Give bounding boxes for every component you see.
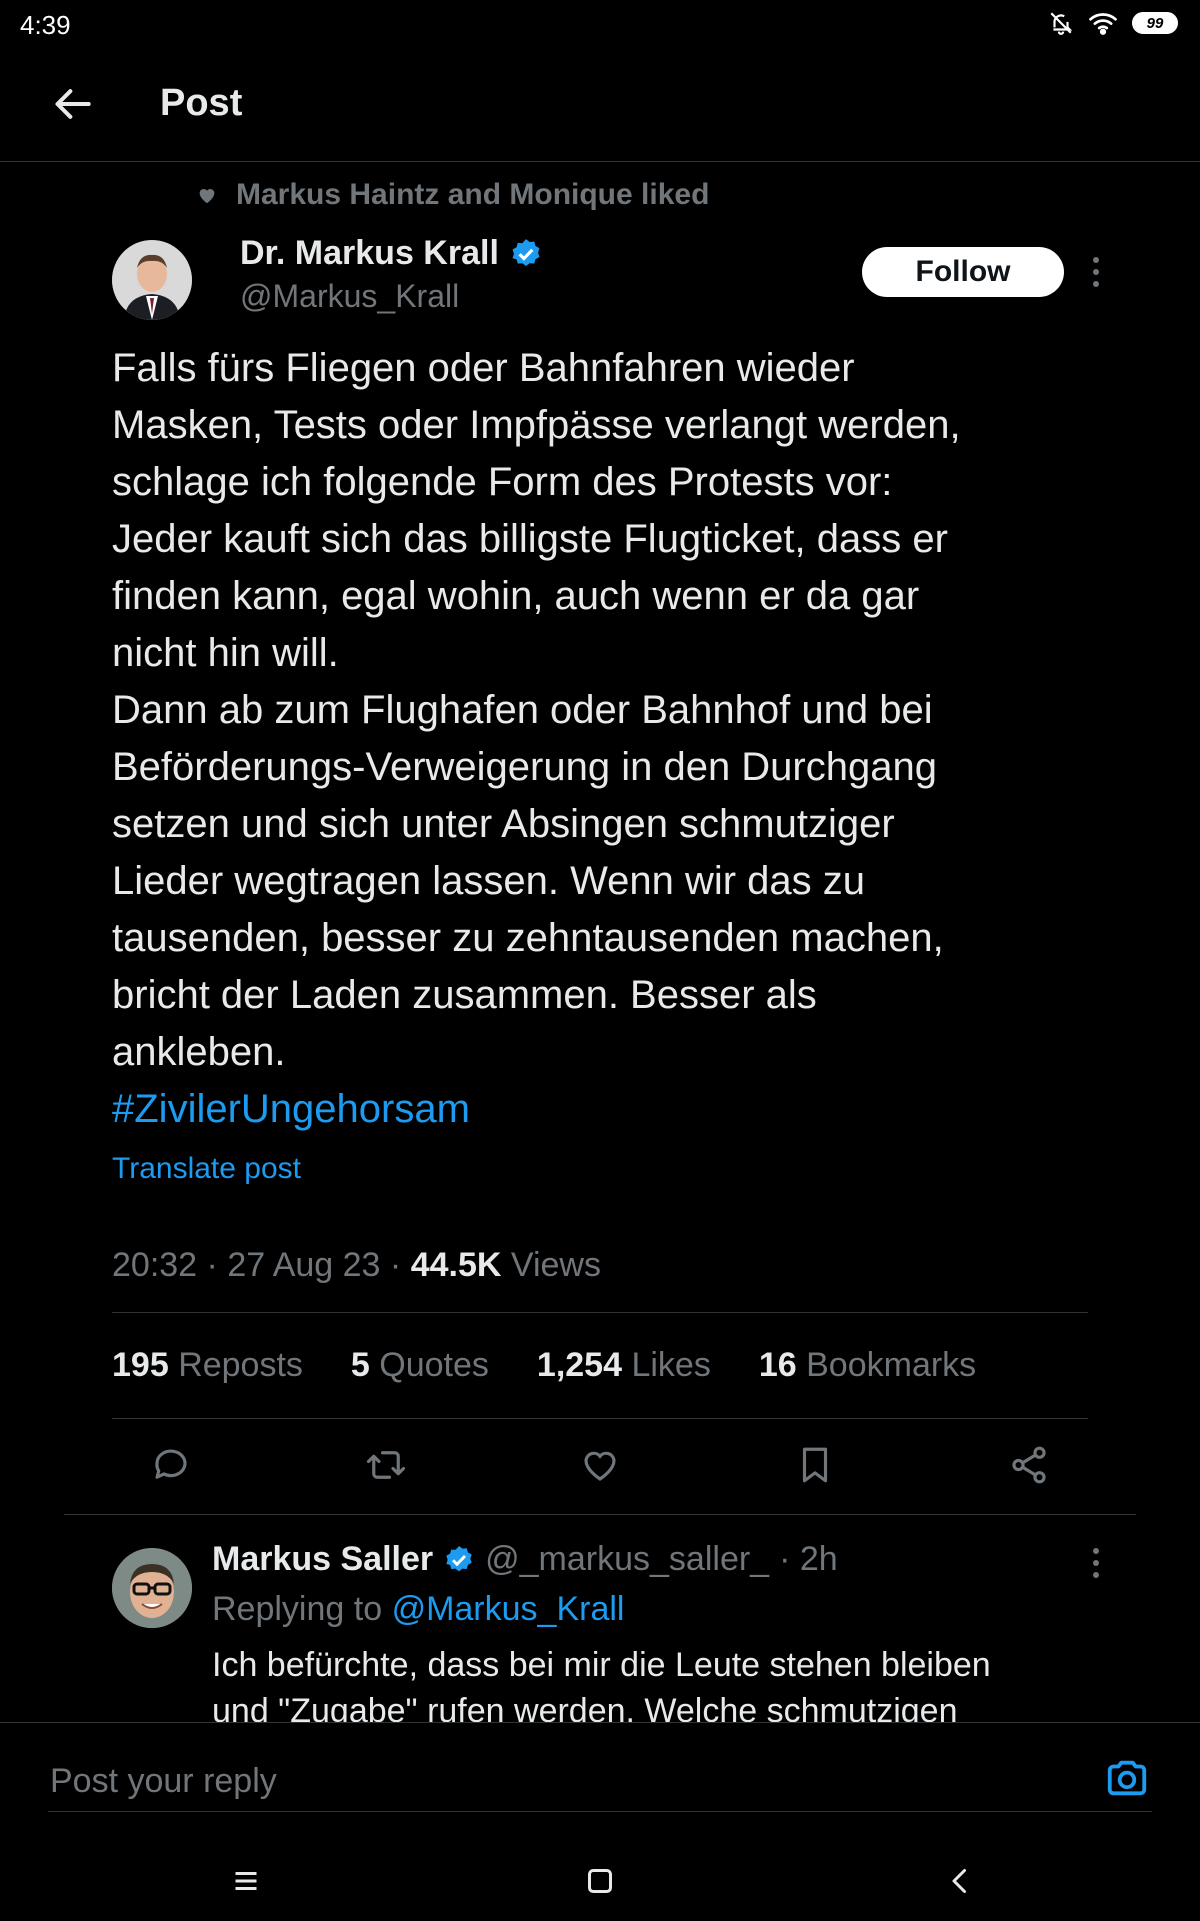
hashtag-link[interactable]: #ZivilerUngehorsam	[112, 1087, 470, 1131]
quotes-count: 5	[350, 1346, 370, 1384]
reply-text: Ich befürchte, dass bei mir die Leute st…	[212, 1646, 991, 1730]
reply-more-options-icon[interactable]	[1091, 1548, 1101, 1578]
post-body: Falls fürs Fliegen oder Bahnfahren wiede…	[112, 346, 961, 1074]
bookmarks-label: Bookmarks	[806, 1346, 977, 1384]
bell-off-icon	[1050, 12, 1073, 35]
reply-icon[interactable]	[150, 1444, 192, 1486]
divider	[112, 1418, 1088, 1419]
quotes-label: Quotes	[379, 1346, 489, 1384]
likes-label: Likes	[631, 1346, 711, 1384]
avatar-image	[112, 240, 192, 320]
views-label: Views	[510, 1246, 601, 1284]
views-count: 44.5K	[410, 1246, 502, 1284]
back-icon[interactable]	[942, 1863, 978, 1899]
like-icon[interactable]	[579, 1444, 621, 1486]
composer-underline	[48, 1811, 1152, 1812]
bookmarks-stat[interactable]: 16 Bookmarks	[759, 1346, 976, 1385]
top-bar: Post	[0, 52, 1200, 162]
replying-to-link[interactable]: @Markus_Krall	[392, 1590, 625, 1628]
reply-author-name: Markus Saller	[212, 1540, 434, 1578]
share-icon[interactable]	[1008, 1444, 1050, 1486]
reply-header[interactable]: Markus Saller @_markus_saller_ · 2h	[212, 1540, 838, 1579]
likes-stat[interactable]: 1,254 Likes	[537, 1346, 711, 1385]
home-icon[interactable]	[582, 1863, 618, 1899]
author-name: Dr. Markus Krall	[240, 234, 499, 272]
replying-prefix: Replying to	[212, 1590, 383, 1628]
camera-icon[interactable]	[1104, 1755, 1150, 1801]
author-name-row[interactable]: Dr. Markus Krall	[240, 234, 543, 273]
author-handle[interactable]: @Markus_Krall	[240, 278, 459, 315]
post-text: Falls fürs Fliegen oder Bahnfahren wiede…	[112, 340, 1092, 1138]
back-arrow-icon[interactable]	[52, 82, 96, 126]
battery-icon: 99	[1132, 12, 1178, 34]
reply-input[interactable]	[48, 1753, 1058, 1809]
quotes-stat[interactable]: 5 Quotes	[351, 1346, 489, 1385]
post-time[interactable]: 20:32	[112, 1246, 197, 1284]
avatar-image	[112, 1548, 192, 1628]
author-avatar[interactable]	[112, 240, 192, 320]
repost-icon[interactable]	[365, 1444, 407, 1486]
divider	[112, 1312, 1088, 1313]
post-date[interactable]: 27 Aug 23	[227, 1246, 380, 1284]
reply-time: · 2h	[779, 1540, 838, 1578]
bookmarks-count: 16	[758, 1346, 797, 1384]
menu-icon[interactable]	[228, 1863, 264, 1899]
verified-badge-icon	[446, 1545, 472, 1571]
reply-author-handle: @_markus_saller_	[485, 1540, 770, 1578]
reposts-label: Reposts	[178, 1346, 303, 1384]
status-time: 4:39	[20, 10, 71, 40]
post-meta: 20:32 · 27 Aug 23 · 44.5K Views	[112, 1246, 601, 1284]
status-bar: 4:39 99	[0, 0, 1200, 52]
follow-button[interactable]: Follow	[862, 247, 1064, 297]
reposts-count: 195	[112, 1346, 169, 1384]
reposts-stat[interactable]: 195 Reposts	[112, 1346, 303, 1385]
bookmark-icon[interactable]	[794, 1444, 836, 1486]
reply-author-avatar[interactable]	[112, 1548, 192, 1628]
wifi-icon	[1089, 13, 1117, 35]
divider	[64, 1514, 1136, 1515]
verified-badge-icon	[512, 238, 540, 266]
replying-to: Replying to @Markus_Krall	[212, 1590, 624, 1629]
action-bar	[150, 1444, 1050, 1486]
system-nav-bar	[0, 1843, 1200, 1921]
more-options-icon[interactable]	[1091, 257, 1101, 287]
page-title: Post	[160, 82, 243, 124]
heart-icon	[199, 189, 215, 204]
likes-count: 1,254	[536, 1346, 623, 1384]
engagement-stats: 195 Reposts 5 Quotes 1,254 Likes 16 Book…	[112, 1346, 976, 1385]
translate-link[interactable]: Translate post	[112, 1152, 301, 1186]
social-context[interactable]: Markus Haintz and Monique liked	[196, 178, 709, 212]
reply-composer	[0, 1722, 1200, 1920]
social-context-text: Markus Haintz and Monique liked	[236, 178, 710, 211]
status-icons: 99	[1048, 10, 1178, 36]
